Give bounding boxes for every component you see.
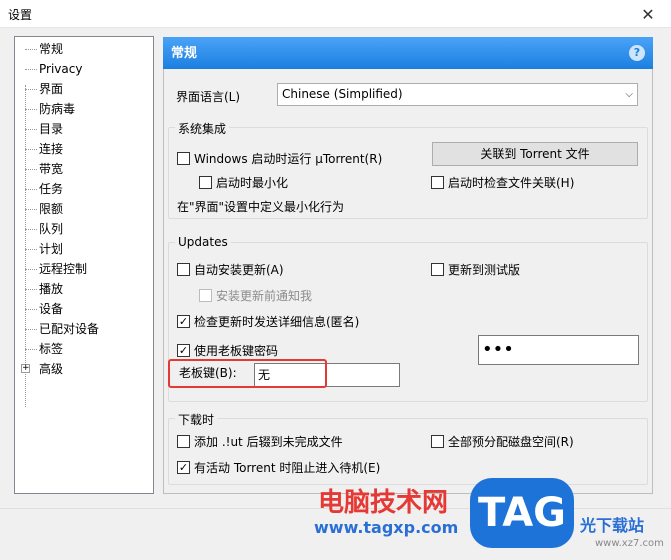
beta-updates-checkbox[interactable]: 更新到测试版 (431, 261, 520, 278)
tree-item-labels[interactable]: 标签 (15, 339, 153, 359)
tree-item-remote[interactable]: 远程控制 (15, 259, 153, 279)
tree-item-advanced[interactable]: + 高级 (15, 359, 153, 379)
boss-password-input[interactable]: ••• (478, 335, 639, 365)
watermark-logo: TAG (470, 478, 574, 548)
checkmark-icon: ✓ (177, 344, 190, 357)
system-integration-title: 系统集成 (175, 120, 230, 137)
watermark-cn: 电脑技术网 (318, 488, 449, 518)
watermark-site: 光下载站 (580, 516, 645, 535)
tree-item-connection[interactable]: 连接 (15, 139, 153, 159)
tree-item-devices[interactable]: 设备 (15, 299, 153, 319)
append-ut-checkbox[interactable]: 添加 .!ut 后辍到未完成文件 (177, 433, 343, 450)
updates-title: Updates (175, 235, 231, 249)
tree-item-scheduler[interactable]: 计划 (15, 239, 153, 259)
tree-item-directories[interactable]: 目录 (15, 119, 153, 139)
window-title: 设置 (8, 8, 33, 22)
checkmark-icon: ✓ (177, 461, 190, 474)
tree-item-ui[interactable]: 界面 (15, 79, 153, 99)
minimize-note: 在"界面"设置中定义最小化行为 (177, 200, 345, 214)
system-integration-group: 系统集成 Windows 启动时运行 µTorrent(R) 启动时最小化 关联… (168, 120, 648, 219)
tree-item-privacy[interactable]: Privacy (15, 59, 153, 79)
associate-torrent-button[interactable]: 关联到 Torrent 文件 (432, 142, 638, 166)
watermark-site-url: www.xz7.com (595, 538, 664, 549)
title-bar: 设置 ✕ (0, 0, 671, 28)
tree-item-playback[interactable]: 播放 (15, 279, 153, 299)
check-association-checkbox[interactable]: 启动时检查文件关联(H) (431, 174, 574, 191)
notify-before-install-checkbox[interactable]: 安装更新前通知我 (199, 287, 312, 304)
tree-item-quota[interactable]: 限额 (15, 199, 153, 219)
run-at-startup-checkbox[interactable]: Windows 启动时运行 µTorrent(R) (177, 150, 382, 167)
settings-panel: 界面语言(L) Chinese (Simplified) ⌵ 系统集成 Wind… (163, 69, 653, 494)
download-group: 下载时 添加 .!ut 后辍到未完成文件 全部预分配磁盘空间(R) ✓ 有活动 T… (168, 411, 648, 485)
tree-item-antivirus[interactable]: 防病毒 (15, 99, 153, 119)
expand-plus-icon[interactable]: + (21, 364, 30, 373)
use-boss-password-checkbox[interactable]: ✓ 使用老板键密码 (177, 342, 278, 359)
close-button[interactable]: ✕ (625, 0, 671, 28)
tree-item-general[interactable]: 常规 (15, 39, 153, 59)
section-title: 常规 (171, 46, 198, 61)
send-info-checkbox[interactable]: ✓ 检查更新时发送详细信息(匿名) (177, 313, 359, 330)
language-select[interactable]: Chinese (Simplified) ⌵ (277, 83, 638, 106)
help-icon[interactable]: ? (629, 45, 645, 61)
prevent-standby-checkbox[interactable]: ✓ 有活动 Torrent 时阻止进入待机(E) (177, 459, 380, 476)
tree-item-tasks[interactable]: 任务 (15, 179, 153, 199)
tree-item-queue[interactable]: 队列 (15, 219, 153, 239)
checkmark-icon: ✓ (177, 315, 190, 328)
auto-install-checkbox[interactable]: 自动安装更新(A) (177, 261, 284, 278)
start-minimized-checkbox[interactable]: 启动时最小化 (199, 174, 288, 191)
language-label: 界面语言(L) (176, 90, 241, 104)
chevron-down-icon: ⌵ (625, 89, 633, 100)
section-header: 常规 ? (163, 37, 653, 69)
settings-tree: 常规 Privacy 界面 防病毒 目录 连接 带宽 任务 限额 队列 计划 远… (14, 36, 154, 494)
close-icon: ✕ (641, 4, 655, 24)
prealloc-checkbox[interactable]: 全部预分配磁盘空间(R) (431, 433, 574, 450)
tree-item-bandwidth[interactable]: 带宽 (15, 159, 153, 179)
watermark-url: www.tagxp.com (314, 518, 459, 537)
download-title: 下载时 (175, 411, 218, 428)
tree-item-paired-devices[interactable]: 已配对设备 (15, 319, 153, 339)
language-value: Chinese (Simplified) (282, 87, 403, 101)
highlight-box (168, 359, 327, 388)
